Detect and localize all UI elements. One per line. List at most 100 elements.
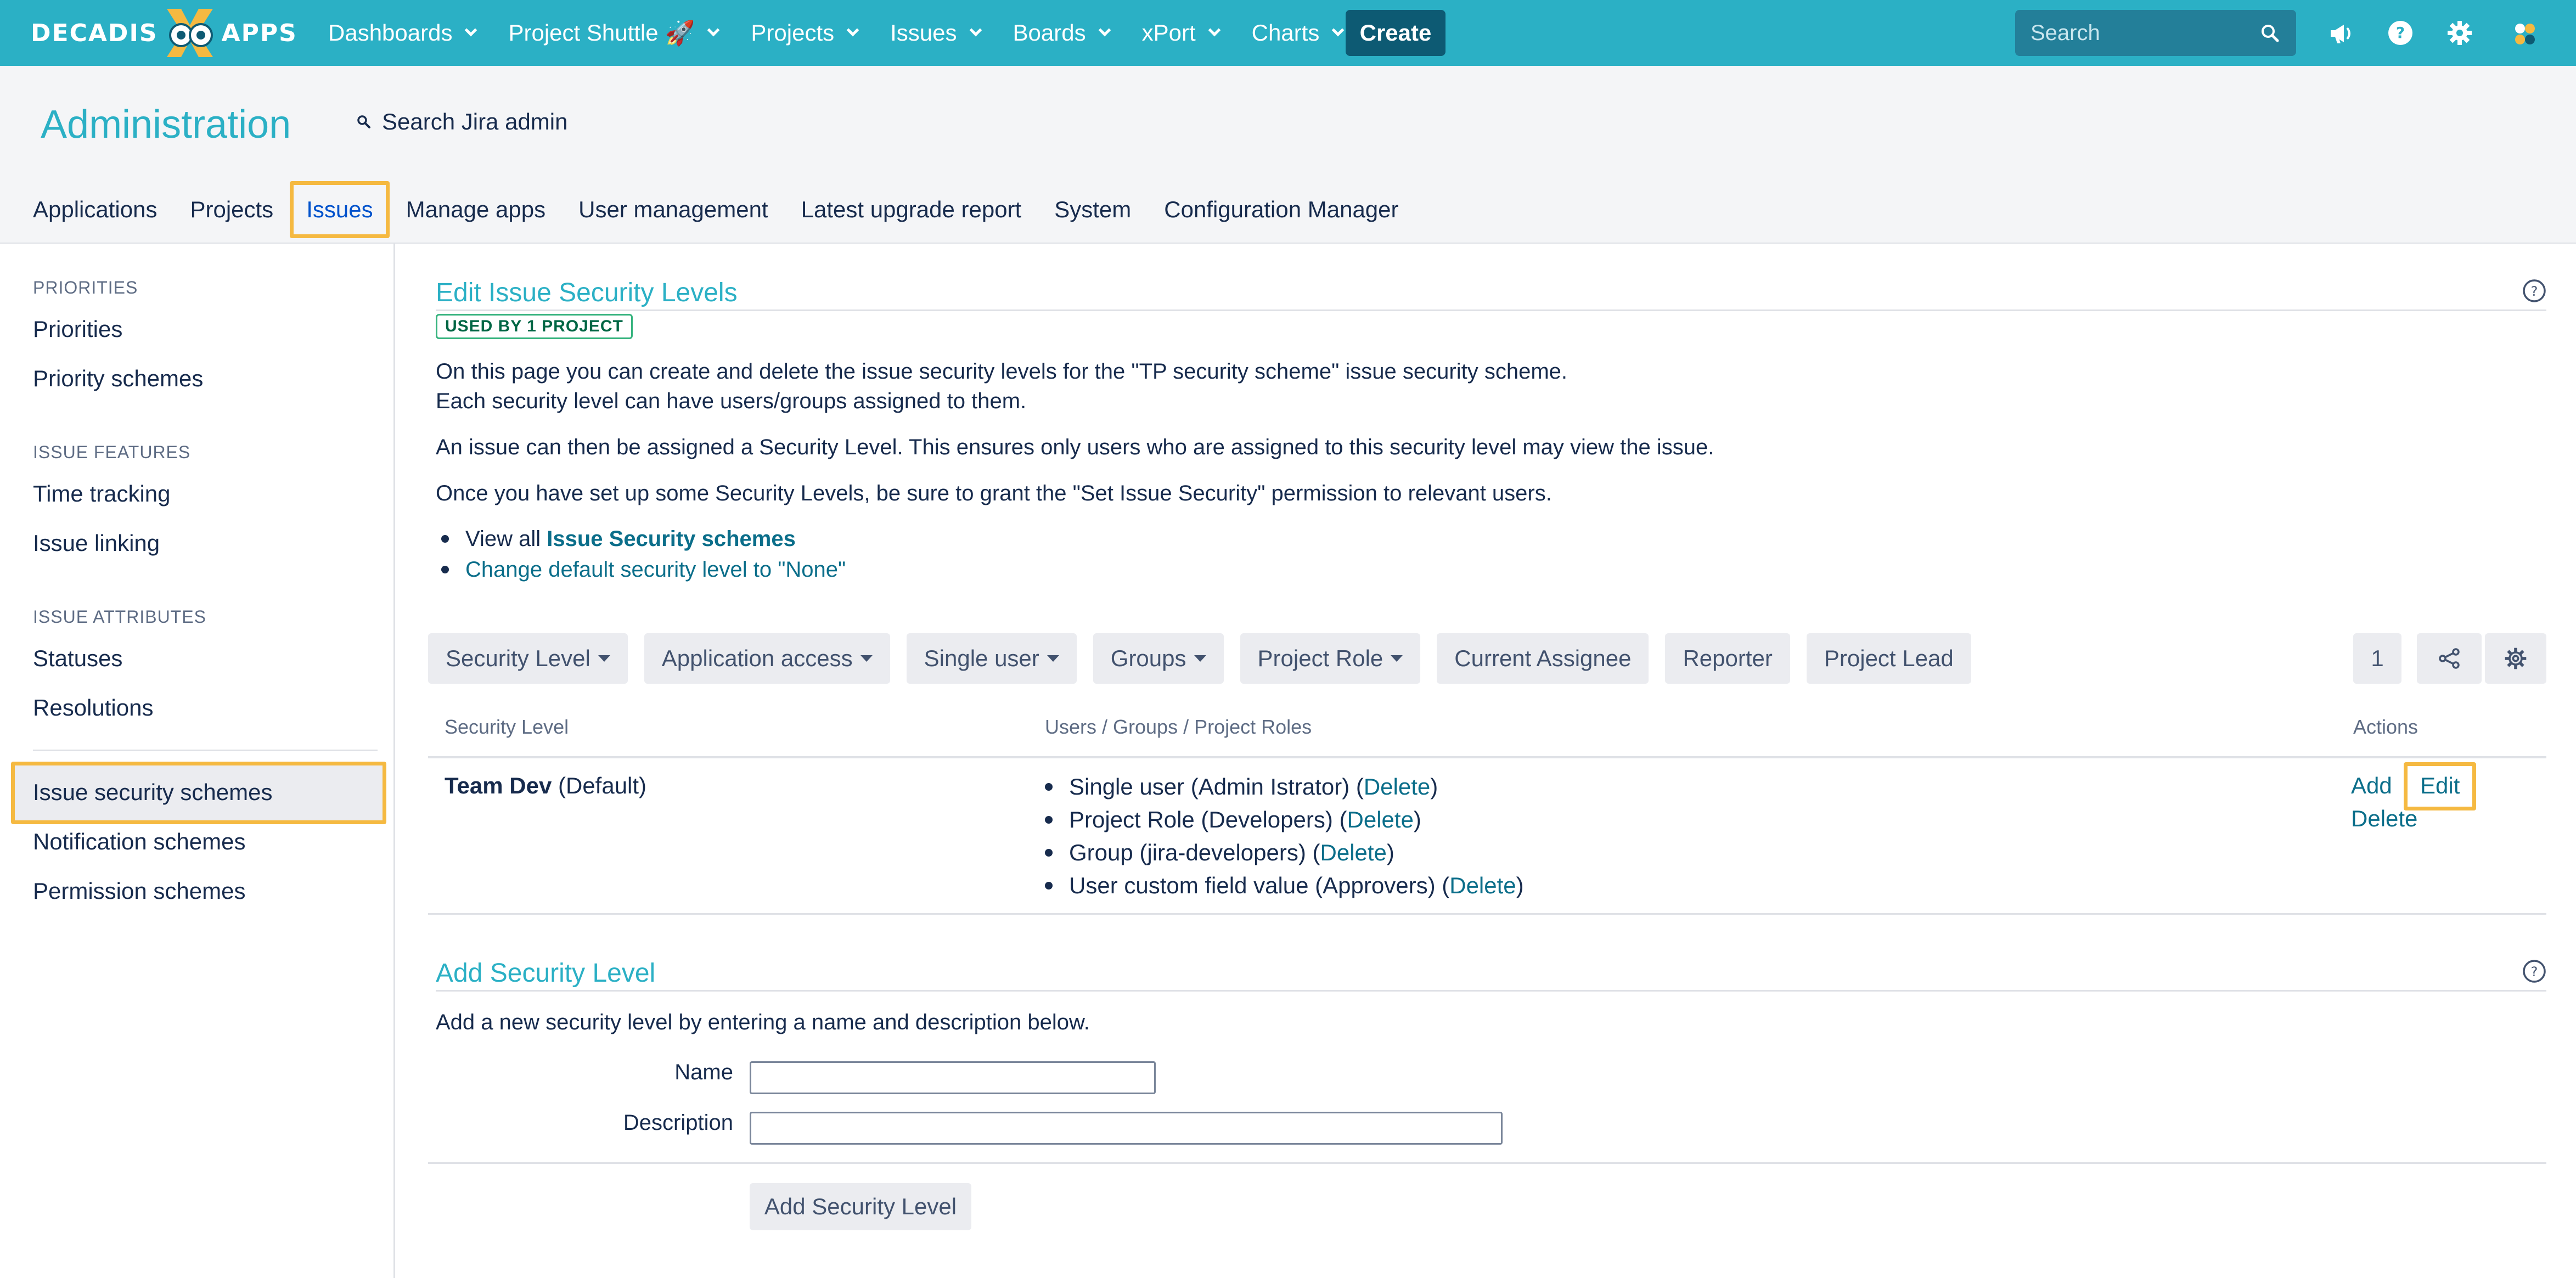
nav-issues[interactable]: Issues — [874, 0, 996, 66]
nav-xport[interactable]: xPort — [1126, 0, 1235, 66]
tab-applications[interactable]: Applications — [16, 181, 173, 238]
add-security-level-title: Add Security Level — [436, 959, 656, 988]
current-assignee-filter[interactable]: Current Assignee — [1437, 633, 1649, 684]
nav-charts-label: Charts — [1251, 20, 1320, 46]
sidebar-item-notification-schemes[interactable]: Notification schemes — [33, 829, 246, 855]
delete-member-link[interactable]: Delete — [1449, 869, 1516, 902]
column-header-users-groups-roles: Users / Groups / Project Roles — [1045, 716, 1312, 738]
add-action-link[interactable]: Add — [2351, 773, 2392, 799]
add-security-level-button[interactable]: Add Security Level — [750, 1183, 971, 1230]
admin-search-label: Search Jira admin — [382, 109, 568, 134]
filter-label: Reporter — [1683, 645, 1773, 671]
caret-down-icon — [1047, 655, 1059, 662]
chevron-down-icon — [707, 24, 720, 37]
bullet-icon — [441, 535, 449, 543]
name-label: Name — [674, 1060, 733, 1084]
change-default-level-link[interactable]: Change default security level to "None" — [465, 554, 846, 585]
security-level-name: Team Dev (Default) — [445, 773, 646, 799]
sidebar-item-priorities[interactable]: Priorities — [33, 316, 122, 342]
sidebar-divider — [33, 750, 378, 751]
logo-text-left: DECADIS — [31, 19, 158, 47]
admin-header: Administration Search Jira admin Applica… — [0, 66, 2576, 244]
primary-nav: Dashboards Project Shuttle 🚀 Projects Iss… — [312, 0, 1359, 66]
table-row-divider — [428, 913, 2546, 915]
security-level-filter[interactable]: Security Level — [428, 633, 628, 684]
admin-tabs: Applications Projects Issues Manage apps… — [16, 181, 1415, 238]
filter-label: Groups — [1110, 645, 1186, 671]
global-search-input[interactable] — [2031, 20, 2250, 46]
used-by-lozenge: USED BY 1 PROJECT — [436, 314, 633, 339]
help-icon[interactable]: ? — [2522, 959, 2546, 983]
decadis-apps-logo[interactable]: DECADIS APPS — [31, 7, 297, 59]
tab-user-management[interactable]: User management — [562, 181, 785, 238]
chevron-down-icon — [846, 24, 859, 37]
bullet-icon — [1045, 783, 1053, 791]
project-lead-filter[interactable]: Project Lead — [1806, 633, 1971, 684]
default-indicator: (Default) — [558, 773, 647, 798]
help-icon[interactable]: ? — [2384, 16, 2417, 49]
issue-security-schemes-link[interactable]: Issue Security schemes — [547, 523, 796, 554]
search-icon[interactable] — [2260, 23, 2280, 43]
intro-text-3: An issue can then be assigned a Security… — [436, 435, 1714, 459]
admin-sidebar: PRIORITIES Priorities Priority schemes I… — [0, 244, 395, 1278]
nav-boards[interactable]: Boards — [997, 0, 1126, 66]
intro-text-4: Once you have set up some Security Level… — [436, 481, 1552, 505]
tab-system[interactable]: System — [1038, 181, 1148, 238]
sidebar-item-issue-security-schemes[interactable]: Issue security schemes — [33, 779, 273, 806]
settings-button[interactable] — [2485, 633, 2546, 684]
nav-dashboards-label: Dashboards — [328, 20, 453, 46]
delete-member-link[interactable]: Delete — [1347, 803, 1414, 836]
tab-latest-upgrade-report[interactable]: Latest upgrade report — [785, 181, 1038, 238]
chevron-down-icon — [465, 24, 477, 37]
column-header-actions: Actions — [2353, 716, 2418, 738]
nav-projects[interactable]: Projects — [734, 0, 874, 66]
share-button[interactable] — [2417, 633, 2482, 684]
edit-action-link[interactable]: Edit — [2420, 773, 2460, 799]
table-header-divider — [428, 756, 2546, 758]
search-icon — [357, 115, 370, 128]
chevron-down-icon — [969, 24, 982, 37]
name-field[interactable] — [750, 1061, 1156, 1094]
rocket-icon: 🚀 — [665, 20, 695, 47]
create-button[interactable]: Create — [1346, 10, 1446, 56]
single-user-filter[interactable]: Single user — [906, 633, 1077, 684]
tab-manage-apps[interactable]: Manage apps — [390, 181, 563, 238]
tab-issues[interactable]: Issues — [290, 181, 390, 238]
megaphone-icon[interactable] — [2325, 16, 2358, 49]
count-badge[interactable]: 1 — [2353, 633, 2401, 684]
sidebar-item-priority-schemes[interactable]: Priority schemes — [33, 365, 203, 392]
member-close-paren: ) — [1516, 872, 1524, 898]
list-item: View all Issue Security schemes — [436, 523, 846, 554]
tab-configuration-manager[interactable]: Configuration Manager — [1148, 181, 1415, 238]
caret-down-icon — [1391, 655, 1403, 662]
caret-down-icon — [1194, 655, 1206, 662]
title-divider — [436, 309, 2546, 311]
nav-project-shuttle[interactable]: Project Shuttle 🚀 — [492, 0, 734, 66]
application-access-filter[interactable]: Application access — [644, 633, 890, 684]
reporter-filter[interactable]: Reporter — [1665, 633, 1790, 684]
member-text: Single user (Admin Istrator) ( — [1069, 774, 1364, 800]
sidebar-item-resolutions[interactable]: Resolutions — [33, 695, 153, 721]
delete-action-link[interactable]: Delete — [2351, 806, 2417, 832]
tab-projects[interactable]: Projects — [173, 181, 290, 238]
sidebar-item-time-tracking[interactable]: Time tracking — [33, 481, 171, 507]
description-field[interactable] — [750, 1112, 1503, 1145]
admin-search[interactable]: Search Jira admin — [356, 109, 567, 135]
user-avatar[interactable] — [2508, 16, 2541, 49]
gear-icon[interactable] — [2443, 16, 2476, 49]
nav-charts[interactable]: Charts — [1235, 0, 1359, 66]
member-text: User custom field value (Approvers) ( — [1069, 872, 1450, 898]
help-icon[interactable]: ? — [2522, 279, 2546, 303]
sidebar-item-statuses[interactable]: Statuses — [33, 645, 122, 672]
info-links-list: View all Issue Security schemes Change d… — [436, 523, 846, 585]
delete-member-link[interactable]: Delete — [1320, 836, 1387, 869]
groups-filter[interactable]: Groups — [1093, 633, 1224, 684]
delete-member-link[interactable]: Delete — [1364, 770, 1430, 803]
nav-dashboards[interactable]: Dashboards — [312, 0, 492, 66]
page-title: Administration — [41, 103, 291, 147]
sidebar-item-issue-linking[interactable]: Issue linking — [33, 530, 160, 556]
sidebar-item-permission-schemes[interactable]: Permission schemes — [33, 878, 245, 904]
project-role-filter[interactable]: Project Role — [1240, 633, 1421, 684]
filter-toolbar: Security Level Application access Single… — [428, 633, 1971, 684]
member-close-paren: ) — [1430, 774, 1438, 800]
